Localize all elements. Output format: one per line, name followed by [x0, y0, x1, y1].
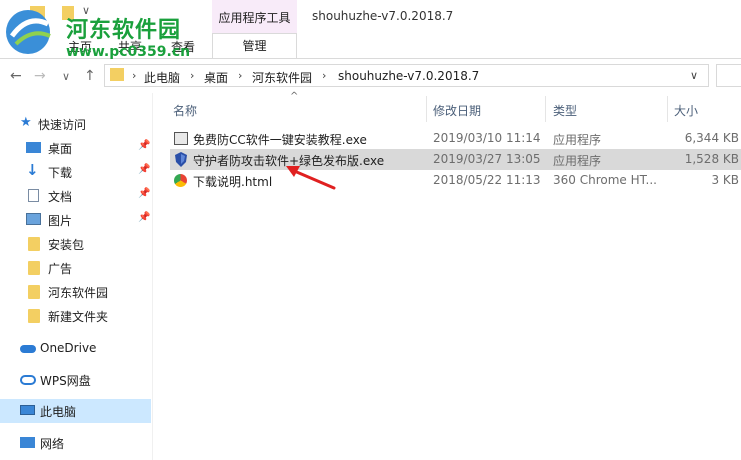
sidebar-item-folder-new[interactable]: 新建文件夹 [0, 304, 152, 328]
file-row[interactable]: 免费防CC软件一键安装教程.exe 2019/03/10 11:14 应用程序 … [170, 128, 741, 149]
desktop-icon [26, 142, 41, 153]
sort-indicator-icon: ^ [290, 91, 299, 102]
file-name: 免费防CC软件一键安装教程.exe [193, 133, 367, 147]
folder-icon [28, 309, 40, 323]
sidebar-item-quick-access[interactable]: ★ 快速访问 [0, 112, 152, 136]
column-divider[interactable] [667, 96, 668, 122]
pin-icon[interactable]: 📌 [138, 164, 150, 175]
cloud-icon [20, 345, 36, 353]
pin-icon[interactable]: 📌 [138, 212, 150, 223]
breadcrumb-hedong[interactable]: 河东软件园 [252, 69, 312, 86]
search-input[interactable] [716, 64, 741, 87]
sidebar-item-folder-ads[interactable]: 广告 [0, 256, 152, 280]
file-size: 1,528 KB [684, 152, 739, 166]
up-button[interactable]: ↑ [84, 68, 96, 84]
address-folder-icon [110, 68, 124, 81]
download-icon: ↓ [26, 161, 39, 179]
breadcrumb-this-pc[interactable]: 此电脑 [144, 69, 180, 86]
sidebar-item-documents[interactable]: 文档 📌 [0, 184, 152, 208]
network-icon [20, 437, 35, 448]
tab-manage[interactable]: 管理 [212, 33, 297, 58]
sidebar-item-label: 此电脑 [40, 405, 77, 419]
sidebar-item-this-pc[interactable]: 此电脑 [0, 399, 152, 423]
sidebar-item-label: 图片 [48, 214, 73, 228]
watermark-text: 河东软件园 [66, 18, 182, 43]
file-row[interactable]: 下载说明.html 2018/05/22 11:13 360 Chrome HT… [170, 170, 741, 191]
forward-button[interactable]: → [34, 68, 46, 84]
file-name: 下载说明.html [193, 175, 273, 189]
sidebar-item-folder-install[interactable]: 安装包 [0, 232, 152, 256]
watermark-url: www.pc0359.cn [66, 44, 191, 60]
pin-icon[interactable]: 📌 [138, 188, 150, 199]
file-type: 360 Chrome HT... [553, 173, 657, 187]
sidebar-item-label: 桌面 [48, 142, 73, 156]
column-header-modified[interactable]: 修改日期 [433, 102, 481, 119]
context-tab-group-title: 应用程序工具 [218, 11, 291, 25]
column-header-size[interactable]: 大小 [674, 102, 698, 119]
sidebar-item-network[interactable]: 网络 [0, 431, 152, 455]
file-modified: 2019/03/10 11:14 [433, 131, 541, 145]
file-row[interactable]: 守护者防攻击软件+绿色发布版.exe 2019/03/27 13:05 应用程序… [170, 149, 741, 170]
recent-locations-button[interactable]: ∨ [62, 70, 70, 83]
folder-icon [28, 285, 40, 299]
sidebar-item-downloads[interactable]: ↓ 下载 📌 [0, 160, 152, 184]
annotation-arrow-icon [286, 166, 336, 190]
sidebar-item-pictures[interactable]: 图片 📌 [0, 208, 152, 232]
column-header-name[interactable]: 名称 [173, 102, 197, 119]
back-button[interactable]: ← [10, 68, 22, 84]
sidebar-item-label: 河东软件园 [48, 286, 109, 300]
computer-icon [20, 405, 35, 415]
watermark-logo-icon [6, 10, 51, 54]
sidebar-item-desktop[interactable]: 桌面 📌 [0, 136, 152, 160]
breadcrumb-desktop[interactable]: 桌面 [204, 69, 228, 86]
breadcrumb-separator[interactable]: › [238, 69, 242, 82]
file-size: 6,344 KB [684, 131, 739, 145]
address-dropdown-icon[interactable]: ∨ [690, 69, 698, 82]
sidebar-item-wps-cloud[interactable]: WPS网盘 [0, 368, 152, 392]
sidebar-item-label: 安装包 [48, 238, 85, 252]
folder-icon [28, 261, 40, 275]
wps-cloud-icon [20, 375, 36, 385]
breadcrumb-separator[interactable]: › [322, 69, 326, 82]
column-divider[interactable] [426, 96, 427, 122]
folder-icon [28, 237, 40, 251]
document-icon [28, 189, 39, 202]
sidebar-item-onedrive[interactable]: OneDrive [0, 337, 152, 361]
sidebar-item-label: WPS网盘 [40, 374, 91, 388]
sidebar-item-label: 广告 [48, 262, 73, 276]
pane-splitter[interactable] [152, 93, 153, 460]
breadcrumb-current-folder[interactable]: shouhuzhe-v7.0.2018.7 [338, 69, 479, 83]
picture-icon [26, 213, 41, 225]
column-header-type[interactable]: 类型 [553, 102, 577, 119]
breadcrumb-separator[interactable]: › [132, 69, 136, 82]
sidebar-item-folder-hedong[interactable]: 河东软件园 [0, 280, 152, 304]
star-icon: ★ [20, 115, 32, 130]
sidebar-item-label: 文档 [48, 190, 73, 204]
sidebar-item-label: 快速访问 [38, 118, 87, 132]
file-size: 3 KB [711, 173, 739, 187]
file-type: 应用程序 [553, 133, 602, 147]
sidebar-item-label: 网络 [40, 437, 65, 451]
file-modified: 2019/03/27 13:05 [433, 152, 541, 166]
shield-exe-icon [175, 152, 187, 167]
html-icon [174, 174, 187, 187]
file-modified: 2018/05/22 11:13 [433, 173, 541, 187]
sidebar-item-label: 下载 [48, 166, 73, 180]
pin-icon[interactable]: 📌 [138, 140, 150, 151]
sidebar-item-label: OneDrive [40, 341, 97, 355]
file-type: 应用程序 [553, 154, 602, 168]
sidebar-item-label: 新建文件夹 [48, 310, 109, 324]
exe-icon [174, 132, 188, 145]
breadcrumb-separator[interactable]: › [190, 69, 194, 82]
column-divider[interactable] [545, 96, 546, 122]
window-title: shouhuzhe-v7.0.2018.7 [312, 9, 454, 23]
